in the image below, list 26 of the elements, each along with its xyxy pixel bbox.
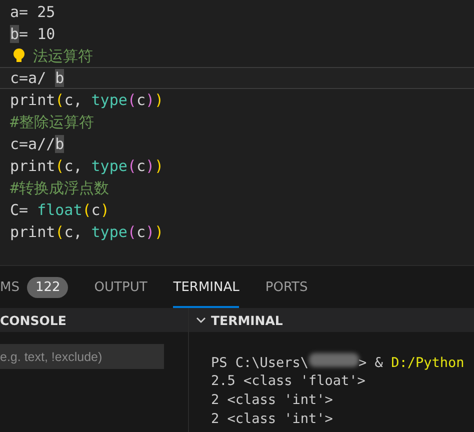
code-line: print(c, type(c)) — [10, 157, 164, 175]
terminal-line: 2.5 <class 'float'> — [211, 372, 366, 388]
code-line: c=a/ b — [10, 69, 64, 87]
code-line: print(c, type(c)) — [10, 223, 164, 241]
filter-field[interactable]: e.g. text, !exclude) — [0, 344, 164, 369]
code-line: #整除运算符 — [10, 112, 94, 132]
lightbulb-icon[interactable] — [13, 48, 25, 64]
panel-tab[interactable]: MS 122 — [0, 266, 68, 308]
section-header[interactable]: TERMINAL — [189, 308, 474, 332]
panel-tab[interactable]: PORTS — [265, 266, 308, 308]
redacted-block — [308, 352, 359, 366]
code-line: a= 25 — [10, 3, 56, 21]
code-line: 法运算符 — [33, 46, 93, 66]
section-header[interactable]: CONSOLE — [0, 308, 188, 332]
section-title: TERMINAL — [211, 312, 283, 328]
count-badge: 122 — [27, 276, 68, 298]
code-line: C= float(c) — [10, 201, 110, 219]
terminal-line: PS C:\Users\ > & D:/Python — [211, 352, 464, 370]
terminal-line: 2 <class 'int'> — [211, 410, 333, 426]
section-title: CONSOLE — [0, 312, 66, 328]
code-line: b= 10 — [10, 25, 56, 43]
code-line: #转换成浮点数 — [10, 178, 110, 198]
code-line: print(c, type(c)) — [10, 91, 164, 109]
terminal-line: 2 <class 'int'> — [211, 392, 333, 408]
code-line: c=a//b — [10, 135, 64, 153]
panel-tab[interactable]: OUTPUT — [94, 266, 148, 308]
